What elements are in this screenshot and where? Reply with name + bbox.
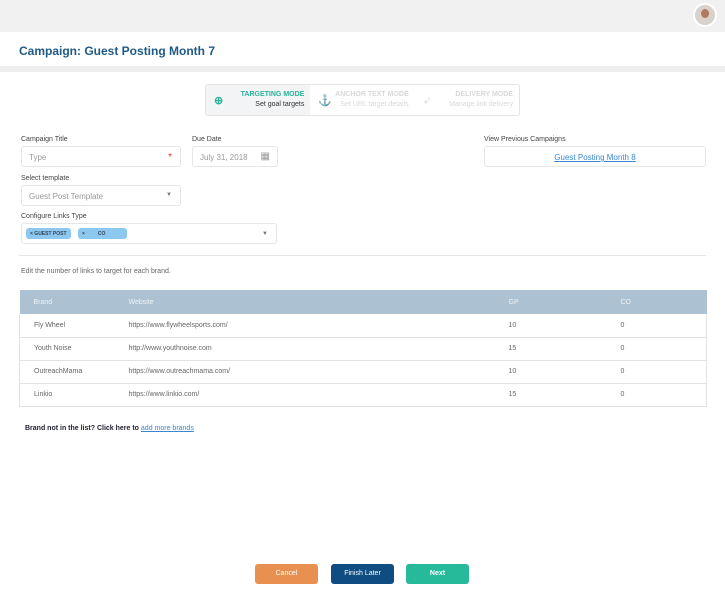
template-label: Select template [21, 175, 70, 182]
chip-guest-post[interactable]: × GUEST POST [26, 228, 71, 239]
cell-website: https://www.flywheelsports.com/ [114, 314, 495, 338]
table-row: Linkio https://www.linkio.com/15 0 [19, 383, 707, 407]
table-row: Fly Wheel https://www.flywheelsports.com/… [19, 314, 707, 338]
due-date-value: July 31, 2018 [200, 153, 248, 162]
chevron-down-icon: ▼ [262, 231, 268, 237]
col-gp: GP [494, 290, 607, 314]
add-brands-link[interactable]: add more brands [141, 425, 194, 432]
cell-website: https://www.outreachmama.com/ [114, 360, 495, 384]
cell-website: http://www.youthnoise.com [114, 337, 495, 361]
brand-note: Brand not in the list? Click here to add… [25, 425, 194, 432]
avatar[interactable] [693, 3, 717, 27]
col-website: Website [114, 290, 495, 314]
placeholder: Type [29, 153, 47, 162]
cell-co[interactable]: 0 [606, 383, 707, 407]
cell-co[interactable]: 0 [606, 337, 707, 361]
previous-campaign-link[interactable]: Guest Posting Month 8 [554, 153, 635, 162]
previous-campaigns-label: View Previous Campaigns [484, 136, 566, 143]
due-date-label: Due Date [192, 136, 222, 143]
table-row: Youth Noise http://www.youthnoise.com 15 0 [19, 337, 707, 361]
stepper: ⊕ TARGETING MODE Set goal targets ⚓ ANCH… [205, 84, 520, 116]
cell-website: https://www.linkio.com/ [114, 383, 495, 407]
calendar-icon[interactable]: ▦ [261, 151, 270, 162]
crosshair-icon: ⊕ [214, 95, 224, 107]
cell-brand: Fly Wheel [19, 314, 115, 338]
cell-brand: Linkio [19, 383, 115, 407]
template-value: Guest Post Template [29, 192, 104, 201]
cell-brand: OutreachMama [19, 360, 115, 384]
divider [19, 255, 706, 256]
table-note: Edit the number of links to target for e… [21, 268, 171, 275]
col-brand: Brand [19, 290, 115, 314]
next-button[interactable]: Next [406, 564, 469, 584]
required-icon: * [168, 152, 172, 163]
template-select[interactable]: Guest Post Template ▼ [21, 185, 181, 206]
cell-co[interactable]: 0 [606, 314, 707, 338]
campaign-title-input[interactable]: Type * [21, 146, 181, 167]
top-bar [0, 0, 725, 32]
chevron-down-icon: ▼ [166, 192, 172, 198]
campaign-title-label: Campaign Title [21, 136, 68, 143]
brands-table: Brand Website GP CO Fly Wheel https://www… [19, 290, 707, 407]
links-type-multiselect[interactable]: × GUEST POST × CO ▼ [21, 223, 277, 244]
col-co: CO [606, 290, 707, 314]
cell-gp[interactable]: 15 [494, 337, 607, 361]
table-row: OutreachMama https://www.outreachmama.com… [19, 360, 707, 384]
cell-brand: Youth Noise [19, 337, 115, 361]
chip-co[interactable]: × CO [78, 228, 127, 239]
brand-note-text: Brand not in the list? Click here to [25, 425, 141, 432]
cancel-button[interactable]: Cancel [255, 564, 318, 584]
cell-co[interactable]: 0 [606, 360, 707, 384]
step-targeting[interactable]: ⊕ TARGETING MODE Set goal targets [206, 85, 311, 115]
previous-campaigns-box: Guest Posting Month 8 [484, 146, 706, 167]
page-title: Campaign: Guest Posting Month 7 [19, 44, 216, 58]
cell-gp[interactable]: 15 [494, 383, 607, 407]
links-type-label: Configure Links Type [21, 213, 87, 220]
divider [0, 66, 725, 72]
rocket-icon: ➶ [422, 95, 432, 107]
anchor-icon: ⚓ [318, 95, 333, 107]
cell-gp[interactable]: 10 [494, 314, 607, 338]
chip-label: CO [97, 231, 106, 237]
cell-gp[interactable]: 10 [494, 360, 607, 384]
due-date-input[interactable]: July 31, 2018 ▦ [192, 146, 278, 167]
step-anchor-text[interactable]: ⚓ ANCHOR TEXT MODE Set URL target detail… [310, 85, 414, 115]
remove-icon[interactable]: × [82, 231, 85, 237]
step-delivery[interactable]: ➶ DELIVERY MODE Manage link delivery [415, 85, 519, 115]
finish-later-button[interactable]: Finish Later [331, 564, 394, 584]
